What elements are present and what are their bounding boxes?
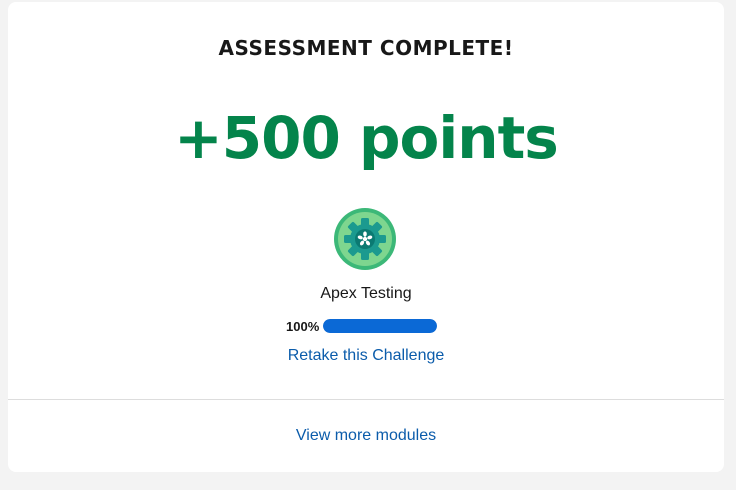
gear-badge-icon xyxy=(334,208,396,270)
points-earned: +500 points xyxy=(174,104,559,172)
progress-percent: 100% xyxy=(286,318,320,334)
retake-challenge-link[interactable]: Retake this Challenge xyxy=(8,347,724,365)
progress-bar-fill xyxy=(323,319,438,333)
assessment-card: ASSESSMENT COMPLETE! +500 points Apex Te… xyxy=(8,2,724,472)
divider xyxy=(8,399,724,400)
assessment-title: ASSESSMENT COMPLETE! xyxy=(218,36,514,60)
progress-bar xyxy=(323,319,438,333)
module-name: Apex Testing xyxy=(320,285,412,302)
view-more-modules-link[interactable]: View more modules xyxy=(8,427,724,445)
module-progress: 100% xyxy=(286,317,438,335)
